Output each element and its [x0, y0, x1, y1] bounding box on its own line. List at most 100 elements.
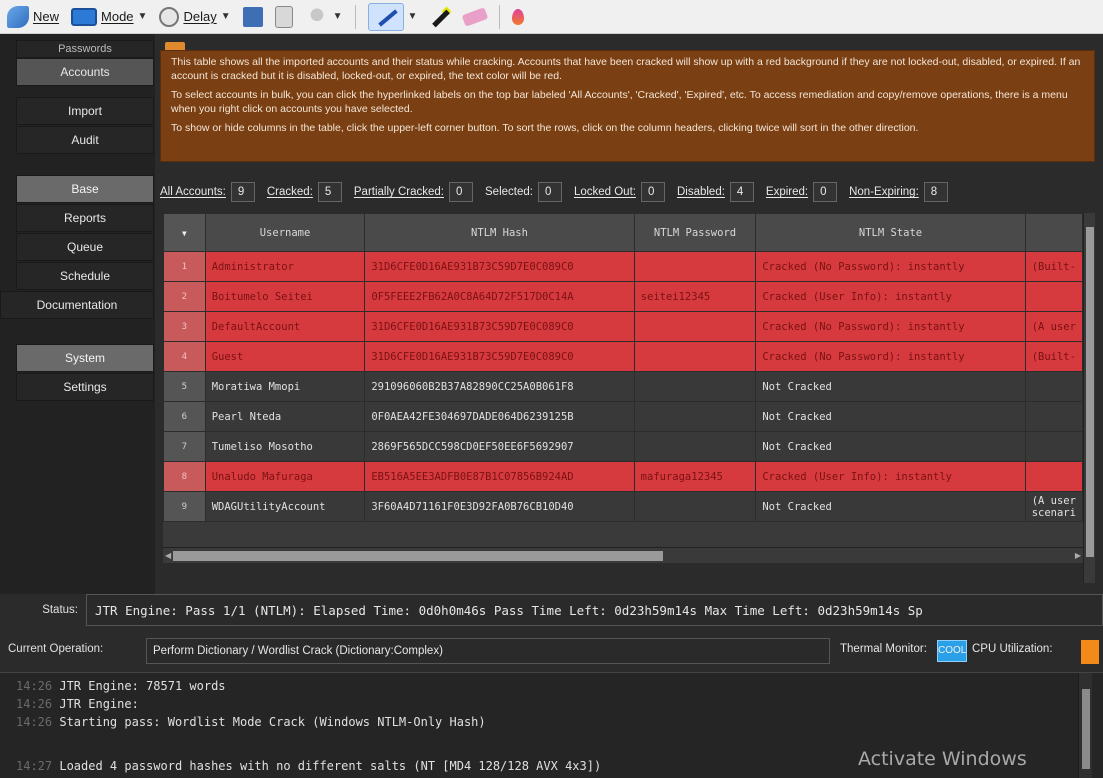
cell-description	[1024, 371, 1083, 402]
cell-description	[1024, 401, 1083, 432]
cell-password	[633, 431, 757, 462]
log-scrollbar[interactable]	[1078, 673, 1092, 778]
status-text: JTR Engine: Pass 1/1 (NTLM): Elapsed Tim…	[86, 594, 1103, 626]
filter-expired-link[interactable]: Expired:	[766, 186, 808, 198]
chevron-down-icon[interactable]: ▼	[138, 11, 148, 22]
sidebar-item-audit[interactable]: Audit	[16, 126, 154, 154]
toolbar-divider	[354, 4, 356, 29]
scrollbar-thumb[interactable]	[1086, 227, 1094, 557]
banner-paragraph: To select accounts in bulk, you can clic…	[171, 89, 1068, 115]
cell-username: Boitumelo Seitei	[204, 281, 366, 312]
row-number: 8	[163, 461, 206, 492]
table-row[interactable]: 2 Boitumelo Seitei 0F5FEEE2FB62A0C8A64D7…	[163, 281, 1083, 312]
table-header-row: ▾ Username NTLM Hash NTLM Password NTLM …	[163, 213, 1083, 252]
row-number: 6	[163, 401, 206, 432]
table-row[interactable]: 3 DefaultAccount 31D6CFE0D16AE931B73C59D…	[163, 311, 1083, 342]
cell-state: Cracked (No Password): instantly	[755, 311, 1026, 342]
cell-description: (A user	[1024, 311, 1083, 342]
filter-all-accounts-count: 9	[230, 182, 255, 202]
cell-username: Administrator	[204, 251, 366, 282]
sidebar-section-base[interactable]: Base	[16, 175, 154, 203]
filter-partially-cracked-link[interactable]: Partially Cracked:	[354, 186, 444, 198]
account-filter-bar: All Accounts: 9 Cracked: 5 Partially Crack…	[160, 180, 1095, 204]
filter-non-expiring-count: 8	[923, 182, 948, 202]
sidebar-item-passwords[interactable]: Passwords	[16, 40, 154, 58]
log-message: JTR Engine: 78571 words	[59, 679, 226, 693]
sidebar-item-queue[interactable]: Queue	[16, 233, 154, 261]
log-line: 14:27 Loaded 4 password hashes with no d…	[16, 759, 601, 773]
eraser-button[interactable]	[460, 6, 490, 27]
toolbar-divider	[499, 4, 501, 29]
sidebar-section-system[interactable]: System	[16, 344, 154, 372]
cell-description: (Built-	[1024, 341, 1083, 372]
cell-state: Cracked (No Password): instantly	[755, 341, 1026, 372]
filter-all-accounts-link[interactable]: All Accounts:	[160, 186, 226, 198]
toolbar: New Mode ▼ Delay ▼ ▼ ▼	[0, 0, 1103, 34]
column-chooser-button[interactable]: ▾	[163, 213, 206, 252]
filter-non-expiring-link[interactable]: Non-Expiring:	[849, 186, 919, 198]
cell-password: seitei12345	[633, 281, 757, 312]
sidebar-item-reports[interactable]: Reports	[16, 204, 154, 232]
column-header-username[interactable]: Username	[204, 213, 366, 252]
scrollbar-thumb[interactable]	[1082, 689, 1090, 769]
table-row[interactable]: 4 Guest 31D6CFE0D16AE931B73C59D7E0C089C0…	[163, 341, 1083, 372]
mode-button[interactable]: Mode ▼	[68, 6, 150, 28]
filter-disabled-count: 4	[729, 182, 754, 202]
cell-hash: 31D6CFE0D16AE931B73C59D7E0C089C0	[364, 251, 635, 282]
users-button[interactable]: ▼	[302, 4, 346, 30]
cell-password	[633, 491, 757, 522]
chevron-down-icon[interactable]: ▼	[333, 11, 343, 22]
filter-disabled-link[interactable]: Disabled:	[677, 186, 725, 198]
filter-locked-out-link[interactable]: Locked Out:	[574, 186, 636, 198]
highlighter-button[interactable]	[426, 4, 454, 30]
banner-paragraph: This table shows all the imported accoun…	[171, 56, 1081, 82]
cell-password	[633, 311, 757, 342]
row-number: 4	[163, 341, 206, 372]
table-row[interactable]: 9 WDAGUtilityAccount 3F60A4D71161F0E3D92…	[163, 491, 1083, 522]
table-row[interactable]: 8 Unaludo Mafuraga EB516A5EE3ADFB0E87B1C…	[163, 461, 1083, 492]
row-number: 1	[163, 251, 206, 282]
sidebar-item-schedule[interactable]: Schedule	[16, 262, 154, 290]
column-header-description[interactable]	[1024, 213, 1083, 252]
table-row[interactable]: 7 Tumeliso Mosotho 2869F565DCC598CD0EF50…	[163, 431, 1083, 462]
accounts-table: ▾ Username NTLM Hash NTLM Password NTLM …	[163, 213, 1083, 547]
column-header-ntlm-state[interactable]: NTLM State	[755, 213, 1026, 252]
column-header-ntlm-hash[interactable]: NTLM Hash	[364, 213, 635, 252]
sidebar-item-settings[interactable]: Settings	[16, 373, 154, 401]
table-vertical-scrollbar[interactable]	[1083, 213, 1095, 583]
pin-button[interactable]	[509, 7, 527, 27]
sidebar-item-documentation[interactable]: Documentation	[0, 291, 154, 319]
sidebar-item-accounts[interactable]: Accounts	[16, 58, 154, 86]
cell-password	[633, 371, 757, 402]
filter-expired-count: 0	[813, 182, 838, 202]
delay-button[interactable]: Delay ▼	[156, 5, 233, 29]
cpu-utilization-meter	[1081, 640, 1099, 664]
pen-tool-button[interactable]: ▼	[365, 1, 421, 33]
cell-hash: 31D6CFE0D16AE931B73C59D7E0C089C0	[364, 341, 635, 372]
table-row[interactable]: 6 Pearl Nteda 0F0AEA42FE304697DADE064D62…	[163, 401, 1083, 432]
scroll-left-icon[interactable]: ◀	[165, 551, 171, 560]
row-number: 2	[163, 281, 206, 312]
column-header-ntlm-password[interactable]: NTLM Password	[633, 213, 757, 252]
table-horizontal-scrollbar[interactable]: ◀ ▶	[163, 547, 1083, 563]
chevron-down-icon[interactable]: ▼	[221, 11, 231, 22]
new-button[interactable]: New	[4, 4, 62, 30]
row-number: 3	[163, 311, 206, 342]
log-line: 14:26 JTR Engine: 78571 words	[16, 679, 226, 693]
copy-icon	[274, 5, 293, 28]
cell-password: mafuraga12345	[633, 461, 757, 492]
sidebar-item-import[interactable]: Import	[16, 97, 154, 125]
table-row[interactable]: 5 Moratiwa Mmopi 291096060B2B37A82890CC2…	[163, 371, 1083, 402]
chevron-down-icon[interactable]: ▼	[408, 11, 418, 22]
cell-description	[1024, 431, 1083, 462]
save-button[interactable]	[240, 5, 266, 29]
copy-button[interactable]	[272, 4, 296, 30]
scrollbar-thumb[interactable]	[173, 551, 663, 561]
mode-label: Mode	[101, 9, 134, 24]
cell-hash: EB516A5EE3ADFB0E87B1C07856B924AD	[364, 461, 635, 492]
cell-username: DefaultAccount	[204, 311, 366, 342]
filter-cracked-link[interactable]: Cracked:	[267, 186, 313, 198]
cell-password	[633, 401, 757, 432]
table-row[interactable]: 1 Administrator 31D6CFE0D16AE931B73C59D7…	[163, 251, 1083, 282]
scroll-right-icon[interactable]: ▶	[1075, 551, 1081, 560]
